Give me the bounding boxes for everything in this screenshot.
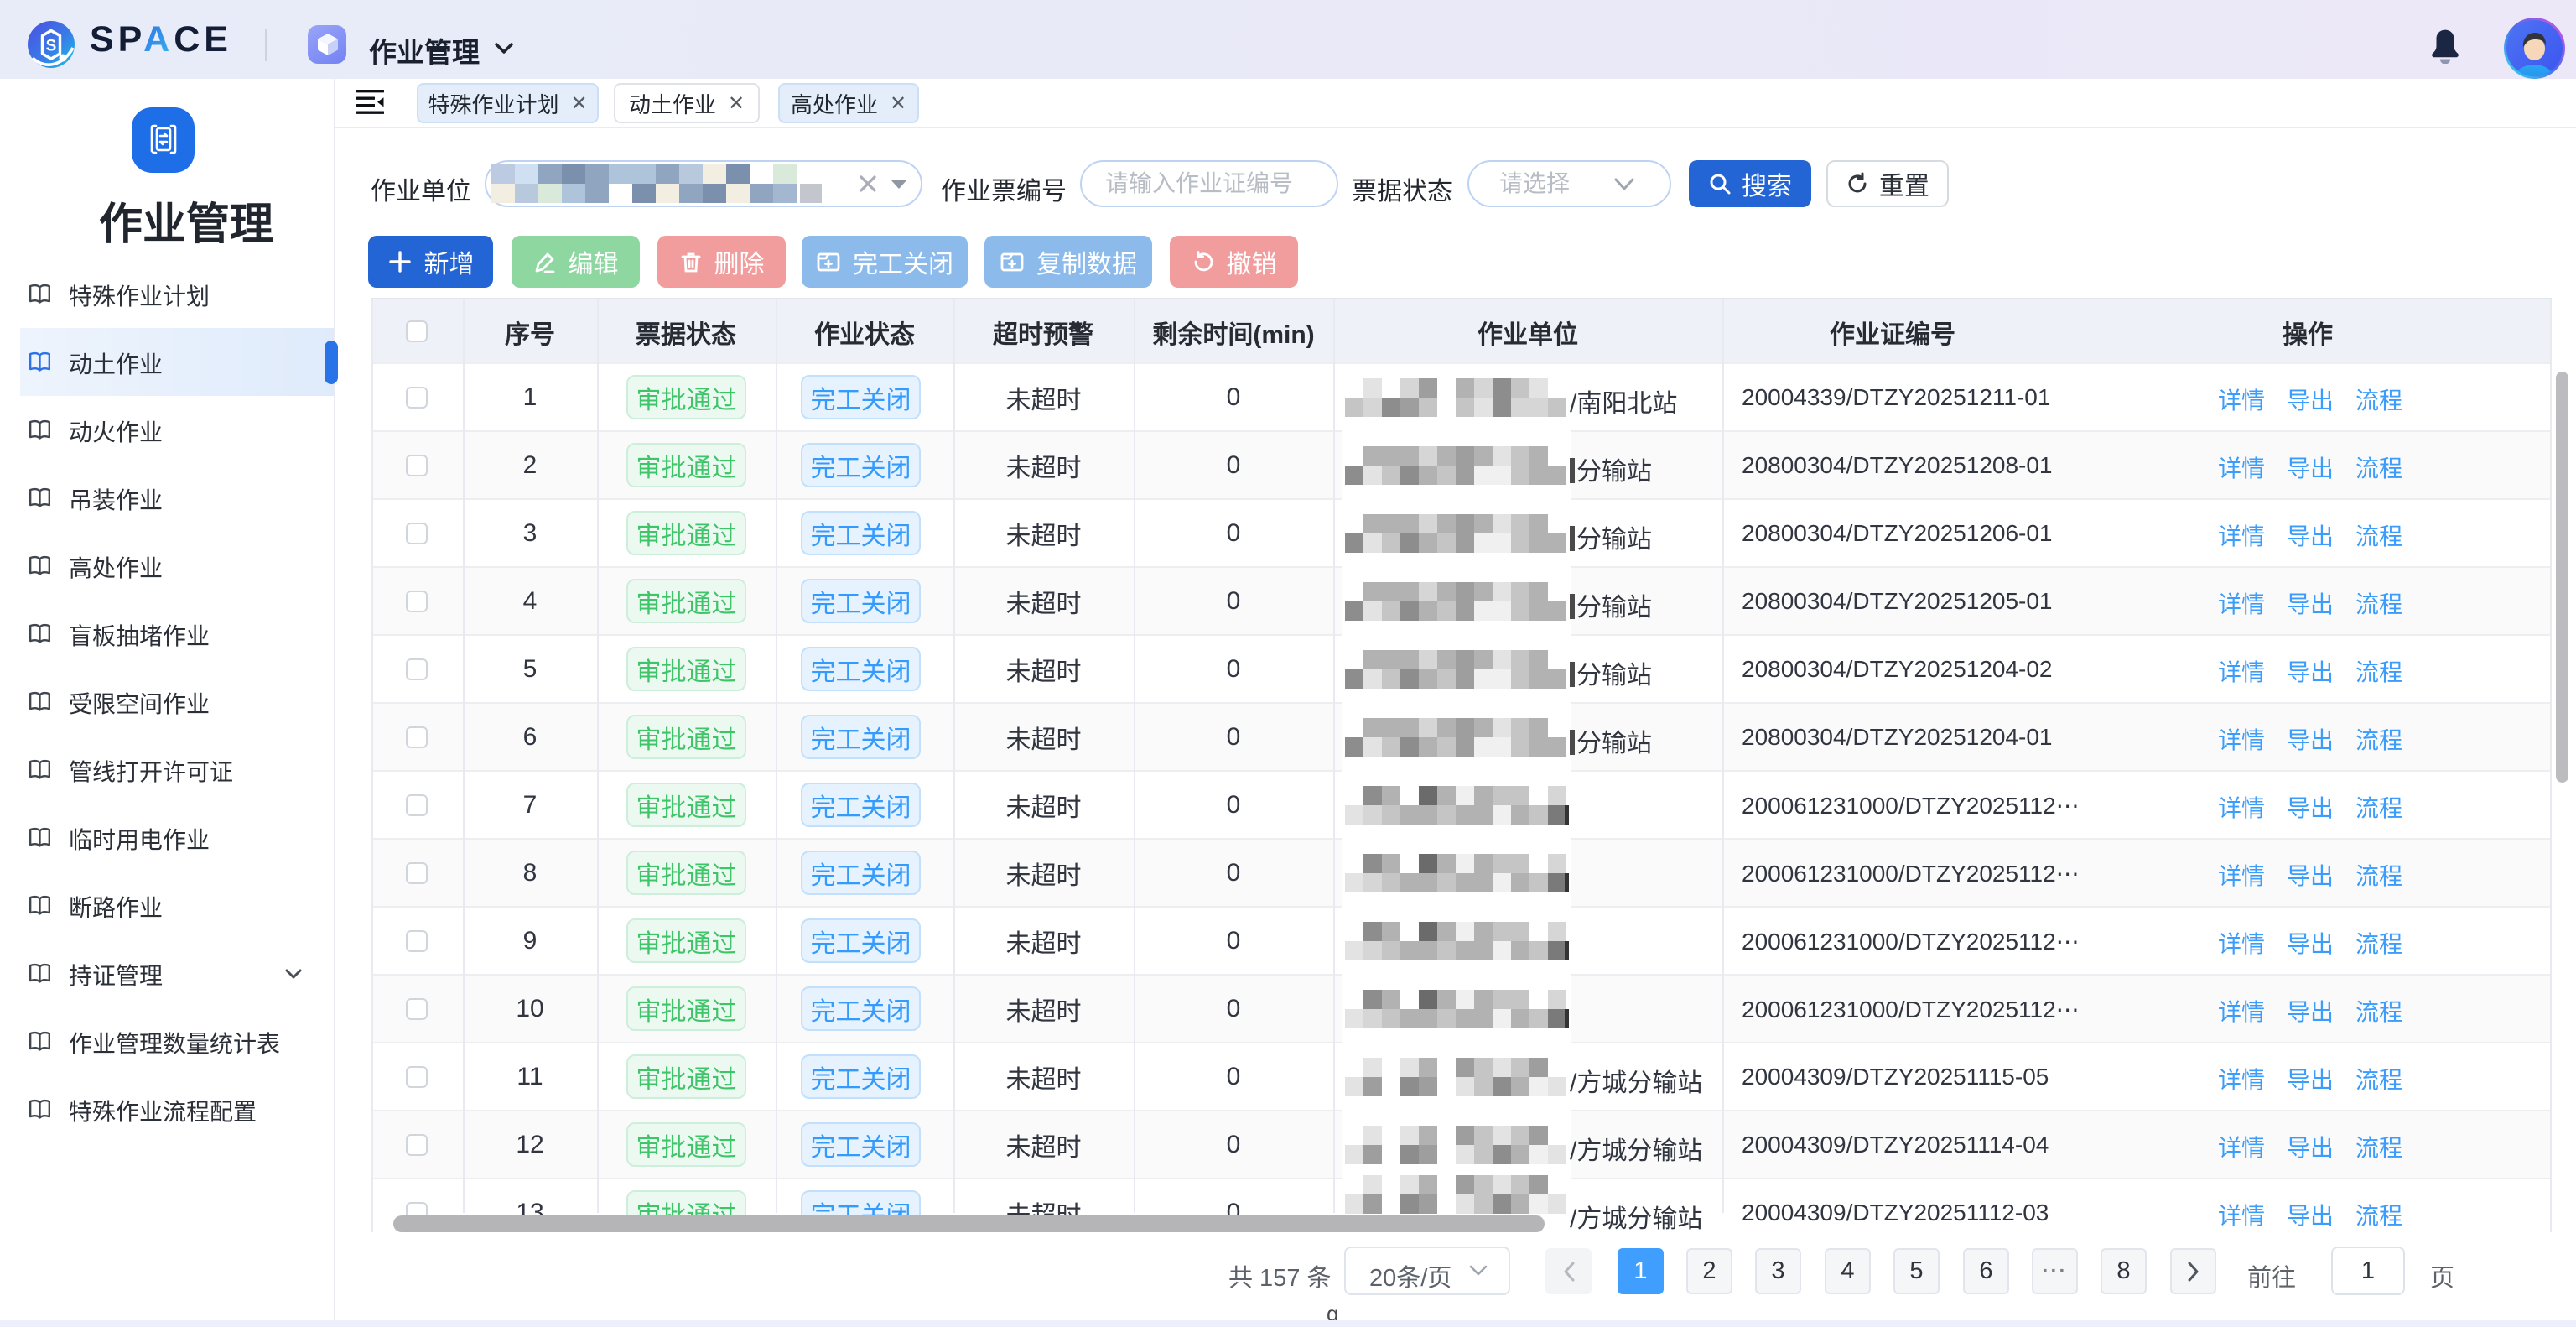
svg-text:S: S — [46, 38, 57, 55]
